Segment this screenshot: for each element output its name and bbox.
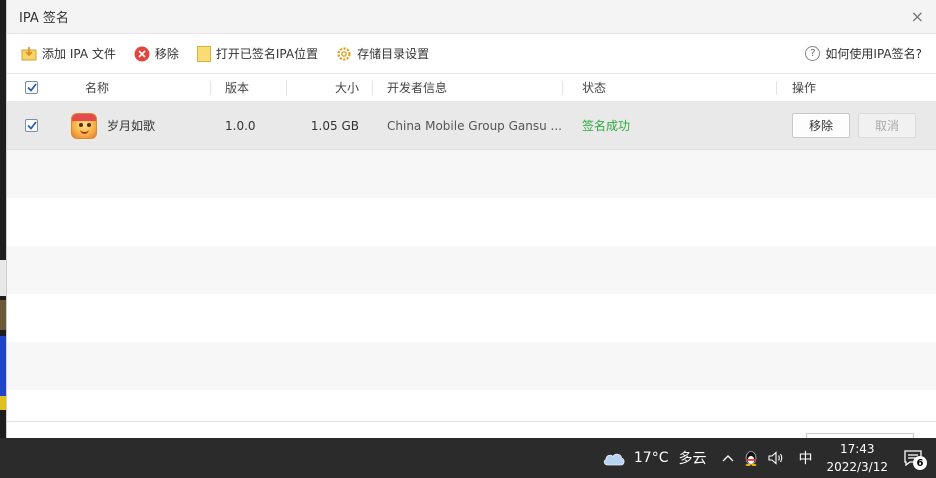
add-ipa-file-button[interactable]: 添加 IPA 文件 — [21, 45, 116, 62]
row-app-name: 岁月如歌 — [107, 119, 156, 133]
notification-badge: 6 — [913, 456, 927, 470]
notification-center-button[interactable]: 6 — [904, 450, 927, 470]
question-icon: ? — [805, 46, 821, 61]
remove-label: 移除 — [154, 47, 179, 61]
gear-icon — [337, 46, 351, 61]
ipa-sign-window: IPA 签名 × 添加 IPA 文件 移除 打开已签名IPA位置 存储目录设置 … — [6, 0, 936, 439]
window-title: IPA 签名 — [19, 11, 69, 26]
toolbar: 添加 IPA 文件 移除 打开已签名IPA位置 存储目录设置 ? 如何使用IPA… — [7, 34, 936, 74]
header-actions: 操作 — [792, 81, 817, 95]
penguin-icon — [746, 451, 757, 466]
row-size: 1.05 GB — [310, 118, 359, 133]
row-developer: China Mobile Group Gansu ... — [387, 118, 562, 133]
temperature: 17°C — [633, 450, 669, 466]
checkmark-icon — [26, 83, 37, 92]
qq-tray-button[interactable] — [744, 450, 758, 466]
window-footer — [7, 421, 936, 438]
header-select-all-cell — [7, 74, 65, 101]
open-signed-location-button[interactable]: 打开已签名IPA位置 — [196, 45, 319, 62]
speaker-icon — [768, 451, 783, 465]
table-header: 名称 版本 大小 开发者信息 状态 操作 — [7, 74, 936, 102]
select-all-checkbox[interactable] — [25, 81, 38, 94]
row-status-cell: 签名成功 — [563, 102, 777, 149]
clock-date: 2022/3/12 — [826, 460, 888, 474]
taskbar: 17°C 多云 中 17:43 2022/3/12 6 — [0, 438, 936, 478]
folder-add-icon — [21, 47, 37, 61]
remove-icon — [134, 46, 150, 61]
remove-button[interactable]: 移除 — [134, 45, 179, 62]
title-bar: IPA 签名 × — [7, 0, 936, 34]
header-status[interactable]: 状态 — [563, 74, 777, 101]
clock[interactable]: 17:43 2022/3/12 — [826, 440, 888, 476]
empty-row — [7, 150, 936, 198]
input-method-indicator[interactable]: 中 — [798, 448, 812, 468]
empty-row — [7, 294, 936, 342]
chevron-up-icon — [722, 455, 734, 462]
clock-time: 17:43 — [839, 442, 875, 456]
file-list: 岁月如歌 1.0.0 1.05 GB China Mobile Group Ga… — [7, 102, 936, 390]
app-icon — [71, 112, 97, 139]
volume-button[interactable] — [768, 451, 784, 465]
header-developer[interactable]: 开发者信息 — [373, 74, 563, 101]
close-button[interactable]: × — [911, 8, 924, 25]
cloud-icon — [603, 453, 625, 466]
row-remove-button[interactable]: 移除 — [792, 113, 850, 138]
row-status: 签名成功 — [582, 119, 631, 133]
checkmark-icon — [26, 121, 37, 130]
row-actions-cell: 移除 取消 — [777, 102, 936, 149]
row-developer-cell: China Mobile Group Gansu ... — [373, 102, 563, 149]
help-label: 如何使用IPA签名? — [825, 47, 922, 61]
empty-row — [7, 246, 936, 294]
help-link[interactable]: ? 如何使用IPA签名? — [805, 45, 922, 62]
row-version: 1.0.0 — [225, 118, 256, 133]
show-hidden-icons-button[interactable] — [722, 454, 734, 462]
table-row[interactable]: 岁月如歌 1.0.0 1.05 GB China Mobile Group Ga… — [7, 102, 936, 150]
row-cancel-button[interactable]: 取消 — [858, 113, 916, 138]
weather-widget[interactable]: 17°C 多云 — [602, 448, 707, 468]
header-name[interactable]: 名称 — [65, 74, 211, 101]
storage-settings-label: 存储目录设置 — [357, 47, 430, 61]
storage-settings-button[interactable]: 存储目录设置 — [336, 45, 429, 62]
open-signed-location-label: 打开已签名IPA位置 — [215, 47, 319, 61]
add-ipa-file-label: 添加 IPA 文件 — [42, 47, 116, 61]
empty-row — [7, 198, 936, 246]
row-name-cell: 岁月如歌 — [51, 102, 197, 149]
header-version[interactable]: 版本 — [211, 74, 287, 101]
folder-icon — [196, 45, 211, 62]
header-size[interactable]: 大小 — [287, 74, 373, 101]
empty-row — [7, 342, 936, 390]
row-checkbox[interactable] — [25, 119, 38, 132]
weather-condition: 多云 — [678, 451, 707, 467]
